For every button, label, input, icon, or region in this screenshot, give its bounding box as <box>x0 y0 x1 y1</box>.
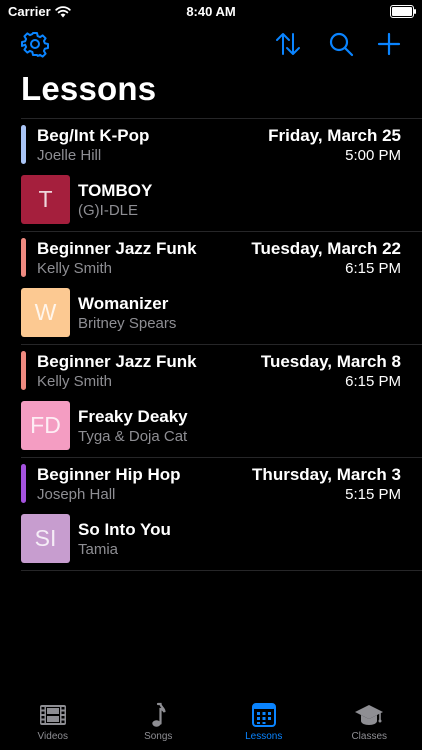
lesson-time: 6:15 PM <box>345 373 401 390</box>
lesson-date: Tuesday, March 22 <box>251 239 401 258</box>
song-row[interactable]: SI So Into You Tamia <box>21 514 422 570</box>
song-title: Womanizer <box>78 294 169 313</box>
lesson-date: Thursday, March 3 <box>252 465 401 484</box>
class-color-bar <box>21 125 26 164</box>
instructor-name: Joseph Hall <box>37 486 116 503</box>
lesson-row[interactable]: Beginner Hip Hop Joseph Hall Thursday, M… <box>21 458 422 514</box>
class-name: Beginner Jazz Funk <box>37 239 197 258</box>
song-artist: Tyga & Doja Cat <box>78 428 188 445</box>
class-color-bar <box>21 238 26 277</box>
song-artist: Tamia <box>78 541 119 558</box>
navigation-bar <box>0 28 422 60</box>
tab-label: Songs <box>144 731 173 742</box>
class-color-bar <box>21 351 26 390</box>
status-bar: Carrier 8:40 AM <box>0 0 422 24</box>
page-title: Lessons <box>21 70 157 107</box>
film-icon <box>38 702 68 728</box>
tab-bar: Videos Songs Lessons Classes <box>0 702 422 750</box>
song-artwork: T <box>21 175 70 224</box>
instructor-name: Kelly Smith <box>37 373 113 390</box>
lesson-time: 5:00 PM <box>345 147 401 164</box>
sort-arrows-icon[interactable] <box>274 30 302 58</box>
song-artwork: SI <box>21 514 70 563</box>
song-title: TOMBOY <box>78 181 153 200</box>
instructor-name: Joelle Hill <box>37 147 102 164</box>
lesson-time: 6:15 PM <box>345 260 401 277</box>
lesson-time: 5:15 PM <box>345 486 401 503</box>
instructor-name: Kelly Smith <box>37 260 113 277</box>
battery-icon <box>390 5 416 18</box>
calendar-icon <box>249 702 279 728</box>
lesson-group: Beginner Jazz Funk Kelly Smith Tuesday, … <box>21 344 422 457</box>
tab-classes[interactable]: Classes <box>329 702 409 742</box>
song-row[interactable]: FD Freaky Deaky Tyga & Doja Cat <box>21 401 422 457</box>
gear-icon[interactable] <box>21 30 49 58</box>
lesson-row[interactable]: Beginner Jazz Funk Kelly Smith Tuesday, … <box>21 232 422 288</box>
tab-label: Lessons <box>245 731 283 742</box>
lesson-row[interactable]: Beg/Int K-Pop Joelle Hill Friday, March … <box>21 119 422 175</box>
song-artist: (G)I-DLE <box>78 202 138 219</box>
search-icon[interactable] <box>327 30 355 58</box>
class-name: Beginner Jazz Funk <box>37 352 197 371</box>
class-color-bar <box>21 464 26 503</box>
lesson-group: Beginner Hip Hop Joseph Hall Thursday, M… <box>21 457 422 570</box>
song-row[interactable]: W Womanizer Britney Spears <box>21 288 422 344</box>
graduation-cap-icon <box>354 702 384 728</box>
song-row[interactable]: T TOMBOY (G)I-DLE <box>21 175 422 231</box>
song-artwork: W <box>21 288 70 337</box>
tab-label: Classes <box>351 731 388 742</box>
class-name: Beg/Int K-Pop <box>37 126 150 145</box>
lesson-group: Beg/Int K-Pop Joelle Hill Friday, March … <box>21 118 422 231</box>
music-note-icon <box>143 702 173 728</box>
tab-lessons[interactable]: Lessons <box>224 702 304 742</box>
tab-videos[interactable]: Videos <box>13 702 93 742</box>
song-title: Freaky Deaky <box>78 407 188 426</box>
lesson-list: Beg/Int K-Pop Joelle Hill Friday, March … <box>0 118 422 571</box>
lesson-row[interactable]: Beginner Jazz Funk Kelly Smith Tuesday, … <box>21 345 422 401</box>
list-divider <box>21 570 422 571</box>
lesson-date: Tuesday, March 8 <box>260 352 401 371</box>
lesson-group: Beginner Jazz Funk Kelly Smith Tuesday, … <box>21 231 422 344</box>
plus-icon[interactable] <box>375 30 403 58</box>
status-time: 8:40 AM <box>186 4 236 19</box>
song-title: So Into You <box>78 520 171 539</box>
class-name: Beginner Hip Hop <box>37 465 181 484</box>
song-artist: Britney Spears <box>78 315 177 332</box>
tab-label: Videos <box>37 731 68 742</box>
song-artwork: FD <box>21 401 70 450</box>
tab-songs[interactable]: Songs <box>118 702 198 742</box>
lesson-date: Friday, March 25 <box>268 126 401 145</box>
